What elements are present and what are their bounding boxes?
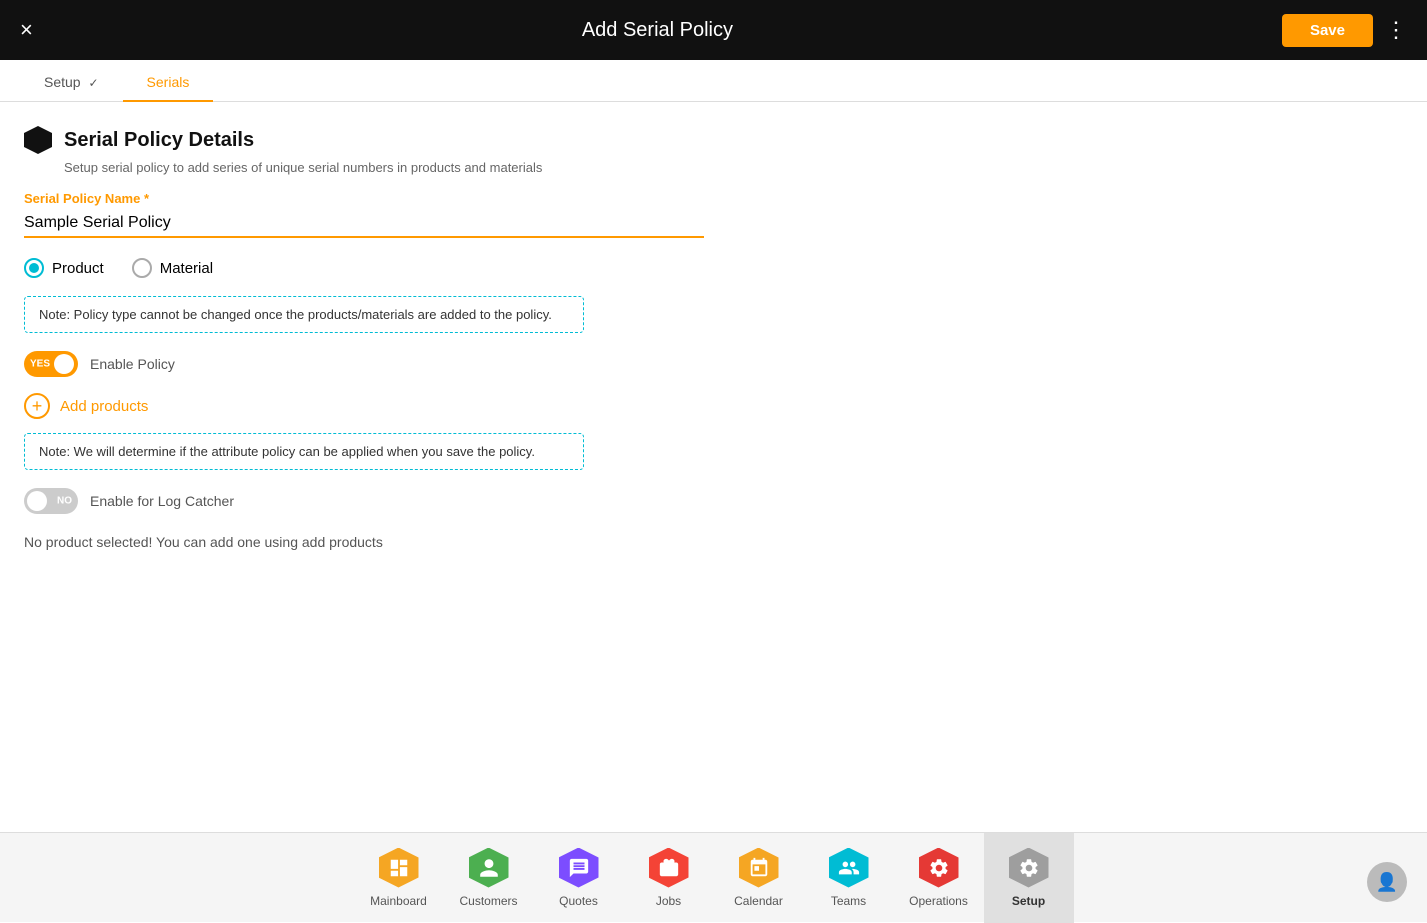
setup-label: Setup (1012, 894, 1045, 908)
main-content: Serial Policy Details Setup serial polic… (0, 102, 1427, 832)
policy-name-field: Serial Policy Name * (24, 191, 1403, 258)
radio-product-circle (24, 258, 44, 278)
section-description: Setup serial policy to add series of uni… (64, 160, 1403, 175)
calendar-icon (739, 848, 779, 888)
quotes-icon (559, 848, 599, 888)
policy-type-group: Product Material (24, 258, 1403, 278)
add-products-icon: + (24, 393, 50, 419)
enable-policy-toggle[interactable]: YES (24, 351, 78, 377)
page-title: Add Serial Policy (33, 19, 1282, 42)
teams-icon (829, 848, 869, 888)
customers-icon (469, 848, 509, 888)
radio-product-label: Product (52, 260, 104, 277)
toggle-knob (54, 354, 74, 374)
save-button[interactable]: Save (1282, 14, 1373, 47)
setup-icon (1009, 848, 1049, 888)
nav-item-teams[interactable]: Teams (804, 833, 894, 923)
nav-item-mainboard[interactable]: Mainboard (354, 833, 444, 923)
customers-label: Customers (459, 894, 517, 908)
close-button[interactable]: × (20, 17, 33, 43)
teams-label: Teams (831, 894, 866, 908)
add-products-row[interactable]: + Add products (24, 393, 1403, 419)
nav-item-calendar[interactable]: Calendar (714, 833, 804, 923)
nav-item-quotes[interactable]: Quotes (534, 833, 624, 923)
radio-product[interactable]: Product (24, 258, 104, 278)
operations-label: Operations (909, 894, 968, 908)
nav-item-setup[interactable]: Setup (984, 833, 1074, 923)
tabs-bar: Setup ✓ Serials (0, 60, 1427, 102)
radio-material[interactable]: Material (132, 258, 213, 278)
nav-item-customers[interactable]: Customers (444, 833, 534, 923)
policy-type-note: Note: Policy type cannot be changed once… (24, 296, 584, 333)
operations-icon (919, 848, 959, 888)
add-products-label: Add products (60, 398, 148, 415)
policy-name-input[interactable] (24, 210, 704, 238)
more-options-button[interactable]: ⋮ (1385, 17, 1407, 43)
mainboard-icon (379, 848, 419, 888)
calendar-label: Calendar (734, 894, 783, 908)
attribute-note: Note: We will determine if the attribute… (24, 433, 584, 470)
nav-item-operations[interactable]: Operations (894, 833, 984, 923)
tab-serials[interactable]: Serials (123, 60, 214, 102)
quotes-label: Quotes (559, 894, 598, 908)
no-product-message: No product selected! You can add one usi… (24, 534, 1403, 550)
section-header: Serial Policy Details (24, 126, 1403, 154)
tab-setup[interactable]: Setup ✓ (20, 60, 123, 102)
toggle-knob-log (27, 491, 47, 511)
toggle-off-label: NO (57, 496, 72, 507)
enable-log-catcher-label: Enable for Log Catcher (90, 493, 234, 509)
section-title: Serial Policy Details (64, 129, 254, 152)
nav-item-jobs[interactable]: Jobs (624, 833, 714, 923)
section-icon (24, 126, 52, 154)
radio-material-label: Material (160, 260, 213, 277)
enable-log-catcher-toggle[interactable]: NO (24, 488, 78, 514)
jobs-icon (649, 848, 689, 888)
enable-policy-label: Enable Policy (90, 356, 175, 372)
bottom-nav: Mainboard Customers Quotes Jobs Calendar… (0, 832, 1427, 922)
jobs-label: Jobs (656, 894, 681, 908)
toggle-on-label: YES (30, 359, 50, 370)
header: × Add Serial Policy Save ⋮ (0, 0, 1427, 60)
enable-policy-row: YES Enable Policy (24, 351, 1403, 377)
policy-name-label: Serial Policy Name * (24, 191, 1403, 206)
radio-material-circle (132, 258, 152, 278)
enable-log-catcher-row: NO Enable for Log Catcher (24, 488, 1403, 514)
mainboard-label: Mainboard (370, 894, 427, 908)
avatar[interactable]: 👤 (1367, 862, 1407, 902)
